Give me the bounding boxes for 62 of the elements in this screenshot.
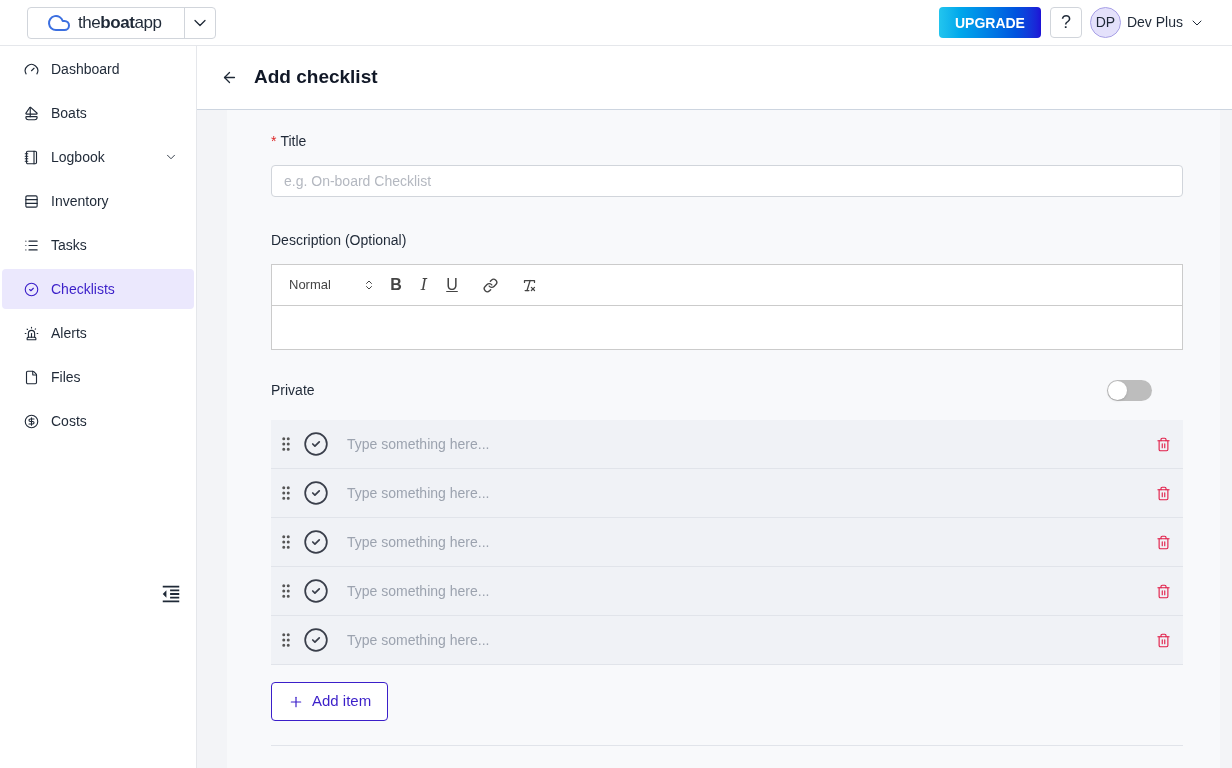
user-menu[interactable]: DP Dev Plus (1089, 7, 1205, 38)
sidebar-item[interactable]: Boats (2, 93, 194, 133)
notebook-icon (24, 149, 39, 165)
clear-format-icon[interactable] (522, 277, 537, 293)
check-circle-icon[interactable] (303, 480, 329, 506)
up-down-icon (363, 279, 375, 291)
user-name: Dev Plus (1126, 13, 1183, 32)
item-input-field[interactable]: Type something here... (347, 531, 1156, 553)
checklist-item-row[interactable]: Type something here... (271, 567, 1183, 616)
collapse-sidebar-icon[interactable] (160, 583, 182, 605)
delete-icon[interactable] (1156, 534, 1171, 550)
checklist-item-row[interactable]: Type something here... (271, 420, 1183, 469)
title-input-field[interactable]: e.g. On-board Checklist (271, 165, 1183, 197)
sidebar-item[interactable]: Tasks (2, 225, 194, 265)
sidebar-item[interactable]: Inventory (2, 181, 194, 221)
checklist-item-row[interactable]: Type something here... (271, 518, 1183, 567)
delete-icon[interactable] (1156, 485, 1171, 501)
sidebar-item[interactable]: Checklists (2, 269, 194, 309)
check-circle-icon[interactable] (303, 627, 329, 653)
sidebar-item[interactable]: Alerts (2, 313, 194, 353)
private-label: Private (271, 381, 315, 400)
sailboat-icon (24, 105, 39, 121)
upgrade-button[interactable]: UPGRADE (938, 7, 1041, 38)
add-item-button[interactable]: Add item (271, 682, 389, 721)
delete-icon[interactable] (1156, 436, 1171, 452)
list-icon (24, 237, 39, 253)
item-input-field[interactable]: Type something here... (347, 433, 1156, 455)
item-input-field[interactable]: Type something here... (347, 482, 1156, 504)
dollar-circle-icon (24, 413, 39, 429)
format-button[interactable]: U (445, 273, 459, 297)
item-input-field[interactable]: Type something here... (347, 580, 1156, 602)
check-circle-icon[interactable] (303, 431, 329, 457)
check-circle-icon[interactable] (303, 578, 329, 604)
siren-icon (24, 325, 39, 341)
description-editor[interactable]: Normal B I U (271, 264, 1183, 350)
format-select[interactable]: Normal (289, 275, 375, 295)
item-input-field[interactable]: Type something here... (347, 629, 1156, 651)
gauge-icon (24, 61, 39, 77)
file-icon (24, 369, 39, 385)
private-toggle[interactable] (1107, 380, 1152, 401)
page-title: Add checklist (254, 65, 378, 90)
ledger-icon (24, 193, 39, 209)
required-mark: * (271, 132, 277, 151)
sidebar-item[interactable]: Dashboard (2, 49, 194, 89)
checklist-item-row[interactable]: Type something here... (271, 616, 1183, 665)
sidebar-item[interactable]: Files (2, 357, 194, 397)
check-circle-icon[interactable] (303, 529, 329, 555)
format-button[interactable]: B (389, 273, 403, 297)
checklist-item-row[interactable]: Type something here... (271, 469, 1183, 518)
delete-icon[interactable] (1156, 632, 1171, 648)
help-button[interactable]: ? (1049, 7, 1082, 38)
delete-icon[interactable] (1156, 583, 1171, 599)
sidebar-item[interactable]: Logbook (2, 137, 194, 177)
back-arrow-icon[interactable] (221, 69, 238, 86)
sidebar-item[interactable]: Costs (2, 401, 194, 441)
title-label: Title (280, 132, 307, 151)
logo-text: theboatapp (78, 11, 162, 34)
user-avatar: DP (1089, 7, 1121, 38)
format-button[interactable]: I (417, 273, 431, 297)
link-icon[interactable] (483, 277, 498, 293)
check-circle-icon (24, 281, 39, 297)
description-label: Description (Optional) (271, 231, 408, 250)
